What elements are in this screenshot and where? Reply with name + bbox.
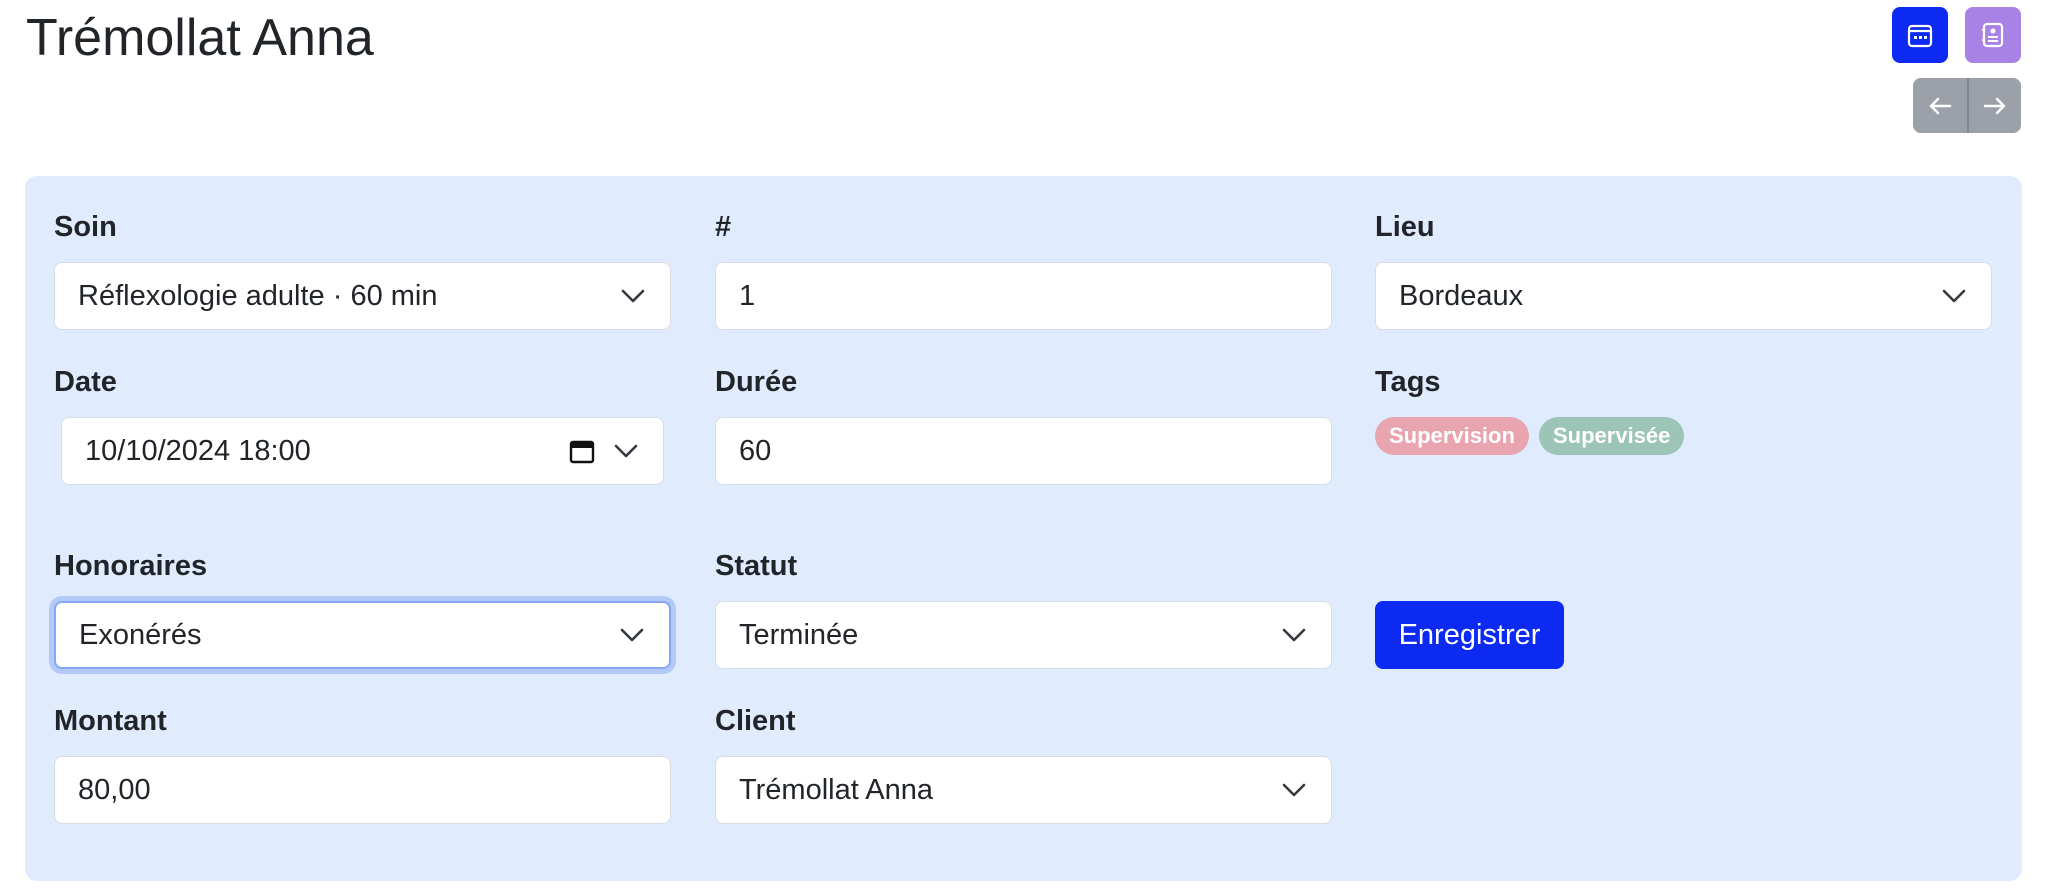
statut-label: Statut — [715, 550, 798, 582]
arrow-left-icon — [1929, 97, 1952, 114]
lieu-select[interactable]: Bordeaux — [1375, 262, 1992, 330]
honoraires-select[interactable]: Exonérés — [54, 601, 671, 669]
calendar-picker-icon[interactable] — [568, 437, 596, 465]
duree-value: 60 — [739, 434, 772, 467]
montant-input[interactable]: 80,00 — [54, 756, 671, 824]
lieu-value: Bordeaux — [1399, 279, 1524, 312]
montant-label: Montant — [54, 705, 167, 737]
chevron-down-icon — [1942, 289, 1966, 303]
calendar-icon — [1907, 24, 1933, 48]
lieu-label: Lieu — [1375, 211, 1435, 243]
page-title: Trémollat Anna — [26, 9, 374, 67]
honoraires-value: Exonérés — [79, 618, 202, 651]
soin-select[interactable]: Réflexologie adulte · 60 min — [54, 262, 671, 330]
statut-value: Terminée — [739, 618, 859, 651]
number-input[interactable]: 1 — [715, 262, 1332, 330]
next-button[interactable] — [1967, 78, 2021, 133]
soin-value: Réflexologie adulte · 60 min — [78, 279, 438, 312]
prev-next-group — [1913, 78, 2021, 133]
chevron-down-icon — [621, 289, 645, 303]
chevron-down-icon — [1282, 628, 1306, 642]
arrow-right-icon — [1983, 97, 2006, 114]
client-value: Trémollat Anna — [739, 773, 933, 806]
chevron-down-icon[interactable] — [613, 443, 639, 459]
date-input[interactable]: 10/10/2024 18:00 — [61, 417, 664, 485]
tags-label: Tags — [1375, 366, 1441, 398]
chevron-down-icon — [620, 628, 644, 642]
contact-book-icon — [1982, 22, 2004, 48]
number-label: # — [715, 211, 732, 243]
tag-supervisee[interactable]: Supervisée — [1539, 417, 1685, 455]
duree-label: Durée — [715, 366, 798, 398]
calendar-button[interactable] — [1892, 7, 1948, 63]
montant-value: 80,00 — [78, 773, 151, 806]
chevron-down-icon — [1282, 783, 1306, 797]
tag-supervision[interactable]: Supervision — [1375, 417, 1529, 455]
contact-book-button[interactable] — [1965, 7, 2021, 63]
number-value: 1 — [739, 279, 756, 312]
client-label: Client — [715, 705, 796, 737]
soin-label: Soin — [54, 211, 117, 243]
previous-button[interactable] — [1913, 78, 1967, 133]
client-select[interactable]: Trémollat Anna — [715, 756, 1332, 824]
page: Trémollat Anna Soin Réflexologie adulte … — [0, 0, 2048, 896]
save-button[interactable]: Enregistrer — [1375, 601, 1564, 669]
duree-input[interactable]: 60 — [715, 417, 1332, 485]
date-label: Date — [54, 366, 117, 398]
honoraires-label: Honoraires — [54, 550, 208, 582]
statut-select[interactable]: Terminée — [715, 601, 1332, 669]
